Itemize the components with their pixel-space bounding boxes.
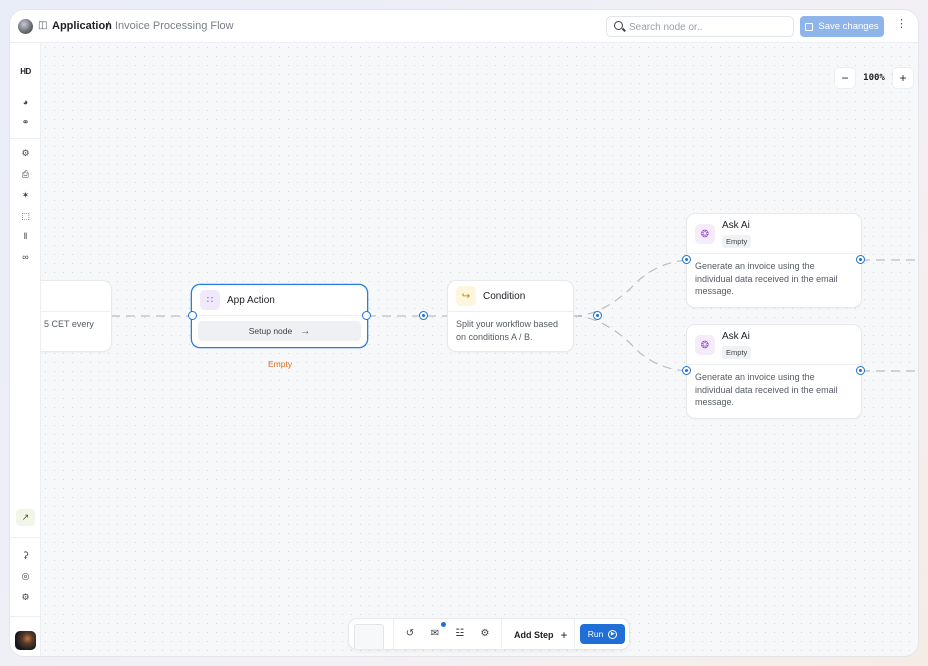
puzzle-icon[interactable]: ✶	[16, 187, 35, 204]
sidebar-divider	[10, 616, 41, 617]
ask-ai-1-input-port[interactable]	[682, 255, 691, 264]
app-action-output-port[interactable]	[362, 311, 371, 320]
app-window: ◫ Application / Invoice Processing Flow …	[10, 10, 918, 656]
notification-dot	[441, 622, 446, 627]
play-icon: ▶	[608, 629, 618, 639]
condition-input-port[interactable]	[419, 311, 428, 320]
toolbar-divider	[501, 619, 502, 649]
ask-ai-2-output-port[interactable]	[856, 366, 865, 375]
arrow-right-icon: →	[300, 325, 311, 337]
ask-ai-1-title: Ask Ai	[722, 220, 750, 231]
minimap-thumbnail[interactable]	[354, 624, 384, 649]
sidebar-divider	[10, 138, 41, 139]
library-icon[interactable]: ‖	[16, 228, 35, 245]
condition-body: Split your workflow based on conditions …	[456, 319, 559, 342]
edge-condition-to-ask-ai-1	[572, 259, 688, 317]
node-divider	[192, 315, 367, 316]
selection-icon[interactable]: ⬚	[16, 208, 35, 225]
run-button-label: Run	[587, 629, 604, 639]
sidebar-toggle-icon[interactable]: ◫	[38, 21, 47, 31]
setup-node-button[interactable]: Setup node →	[198, 321, 361, 341]
app-action-node[interactable]: ∷ App Action Setup node →	[192, 285, 367, 347]
gear-icon[interactable]: ⚙	[16, 589, 35, 606]
bell-icon[interactable]: ⚳	[16, 547, 35, 564]
condition-output-port[interactable]	[593, 311, 602, 320]
ask-ai-1-output-port[interactable]	[856, 255, 865, 264]
page-title: Invoice Processing Flow	[115, 20, 234, 32]
settings-icon[interactable]: ⚙	[478, 627, 492, 641]
ask-ai-1-body: Generate an invoice using the individual…	[695, 261, 838, 296]
sidebar: HD ◕ ⚭ ⚙ ⎙ ✶ ⬚ ‖ ∞ ↗ ⚳ ◎ ⚙	[10, 43, 41, 656]
robot-icon[interactable]: ⚙	[16, 145, 35, 162]
app-action-icon: ∷	[200, 290, 220, 310]
breadcrumb-separator: /	[106, 19, 110, 33]
trend-icon[interactable]: ↗	[16, 509, 35, 526]
ask-ai-node-2[interactable]: ❂ Ask Ai Empty Generate an invoice using…	[687, 325, 861, 418]
app-action-status: Empty	[268, 359, 293, 369]
toolbar-divider	[574, 619, 575, 649]
trigger-node-body: 5 CET every	[44, 319, 94, 329]
workflow-canvas[interactable]: − 100% + 5 CET every ∷ App Action Setup …	[41, 43, 918, 656]
sidebar-divider	[10, 537, 41, 538]
ask-ai-2-title: Ask Ai	[722, 331, 750, 342]
ask-ai-2-body: Generate an invoice using the individual…	[695, 372, 838, 407]
app-action-title: App Action	[227, 294, 275, 306]
save-changes-button[interactable]: Save changes	[800, 16, 884, 37]
add-step-button[interactable]: Add Step +	[514, 628, 568, 642]
edge-condition-to-ask-ai-2	[572, 315, 688, 372]
branch-icon: ↪	[456, 286, 476, 306]
app-logo[interactable]	[18, 19, 33, 34]
top-bar: ◫ Application / Invoice Processing Flow …	[10, 10, 918, 43]
trigger-node[interactable]: 5 CET every	[41, 281, 111, 351]
toolbar-divider	[393, 619, 394, 649]
avatar[interactable]	[15, 631, 36, 650]
ai-brain-icon: ❂	[695, 224, 715, 244]
ask-ai-1-badge: Empty	[722, 235, 752, 248]
globe-icon[interactable]: ◎	[16, 568, 35, 585]
database-icon[interactable]: ☳	[453, 627, 467, 641]
comments-icon[interactable]: ✉	[428, 627, 442, 641]
add-step-label: Add Step	[514, 630, 554, 640]
ai-brain-icon: ❂	[695, 335, 715, 355]
more-options-icon[interactable]: ⋮	[896, 19, 907, 30]
save-button-label: Save changes	[818, 21, 879, 32]
clipboard-icon[interactable]: ⎙	[16, 166, 35, 183]
save-icon	[805, 22, 814, 31]
search-icon	[614, 21, 623, 30]
search-box[interactable]	[606, 16, 794, 37]
ask-ai-node-1[interactable]: ❂ Ask Ai Empty Generate an invoice using…	[687, 214, 861, 307]
plus-icon: +	[560, 628, 568, 642]
app-action-input-port[interactable]	[188, 311, 197, 320]
bottom-toolbar: ↺ ✉ ☳ ⚙ Add Step + Run ▶	[349, 619, 629, 649]
chain-icon[interactable]: ∞	[16, 249, 35, 266]
ask-ai-2-badge: Empty	[722, 346, 752, 359]
condition-title: Condition	[483, 290, 526, 302]
link-icon[interactable]: ⚭	[16, 114, 35, 131]
breadcrumb-application[interactable]: Application	[52, 20, 112, 32]
brand-logo[interactable]: HD	[16, 63, 35, 80]
run-button[interactable]: Run ▶	[580, 624, 625, 644]
history-icon[interactable]: ↺	[403, 627, 417, 641]
condition-node[interactable]: ↪ Condition Split your workflow based on…	[448, 281, 573, 351]
gauge-icon[interactable]: ◕	[16, 94, 35, 111]
search-input[interactable]	[629, 20, 789, 34]
ask-ai-2-input-port[interactable]	[682, 366, 691, 375]
setup-node-label: Setup node	[248, 326, 293, 336]
